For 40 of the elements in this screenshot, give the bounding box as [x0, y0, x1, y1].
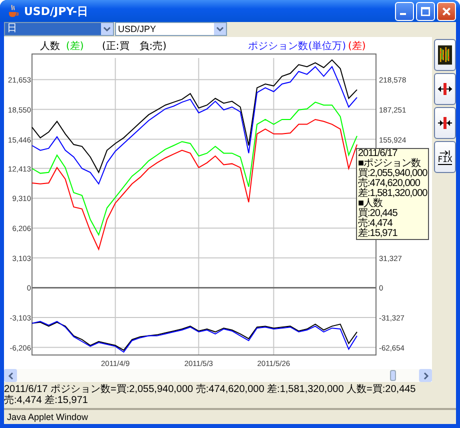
tooltip-line: ■ポジション数 [358, 159, 421, 169]
horizontal-scrollbar[interactable] [4, 369, 432, 382]
minimize-button[interactable] [395, 2, 414, 20]
scroll-thumb[interactable] [390, 370, 396, 381]
shrink-arrows-icon [437, 117, 453, 129]
bar-chart-icon [438, 45, 452, 65]
footer-text: Java Applet Window [7, 412, 88, 422]
fix-button[interactable]: FIX [434, 141, 456, 173]
legend-label: 人数 [40, 41, 60, 52]
scroll-left-button[interactable] [4, 369, 17, 382]
tooltip-line: 買:20,445 [358, 209, 398, 219]
pair-dropdown[interactable]: USD/JPY [115, 22, 227, 36]
tooltip-line: 差:1,581,320,000 [358, 189, 428, 199]
tool-button[interactable] [434, 107, 456, 139]
coffee-cup-icon [6, 4, 20, 18]
sign-note: (正:買 負:売) [102, 41, 167, 52]
legend-tag: (差) [348, 41, 366, 52]
caret-icon [103, 25, 111, 33]
period-dropdown[interactable]: 日 [4, 22, 114, 36]
caret-icon [216, 25, 224, 33]
tooltip-line: 差:15,971 [358, 229, 398, 239]
close-icon [441, 6, 452, 16]
tooltip-line: 売:4,474 [358, 219, 394, 229]
tool-button[interactable] [434, 39, 456, 71]
legend-label: ポジション数(単位万) [248, 41, 346, 52]
minimize-icon [400, 12, 406, 14]
tooltip-line: 買:2,055,940,000 [358, 169, 428, 179]
legend-tag: (差) [66, 41, 84, 52]
maximize-button[interactable] [416, 2, 435, 20]
tooltip-line: 2011/6/17 [358, 149, 398, 159]
window-title: USD/JPY-日 [24, 4, 90, 18]
status-text: 2011/6/17 ポジション数=買:2,055,940,000 売:474,620,000 差:1,581,320,000 人数=買:20,445 売:4,474 差:15,971 [4, 383, 417, 406]
arrow-to-bar-icon [438, 150, 451, 156]
maximize-icon [420, 6, 431, 16]
tooltip-line: ■人数 [358, 199, 383, 209]
close-button[interactable] [437, 2, 456, 20]
expand-arrows-icon [437, 83, 453, 95]
tool-button[interactable] [434, 73, 456, 105]
tooltip-line: 売:474,620,000 [358, 179, 421, 189]
scroll-right-button[interactable] [419, 369, 432, 382]
